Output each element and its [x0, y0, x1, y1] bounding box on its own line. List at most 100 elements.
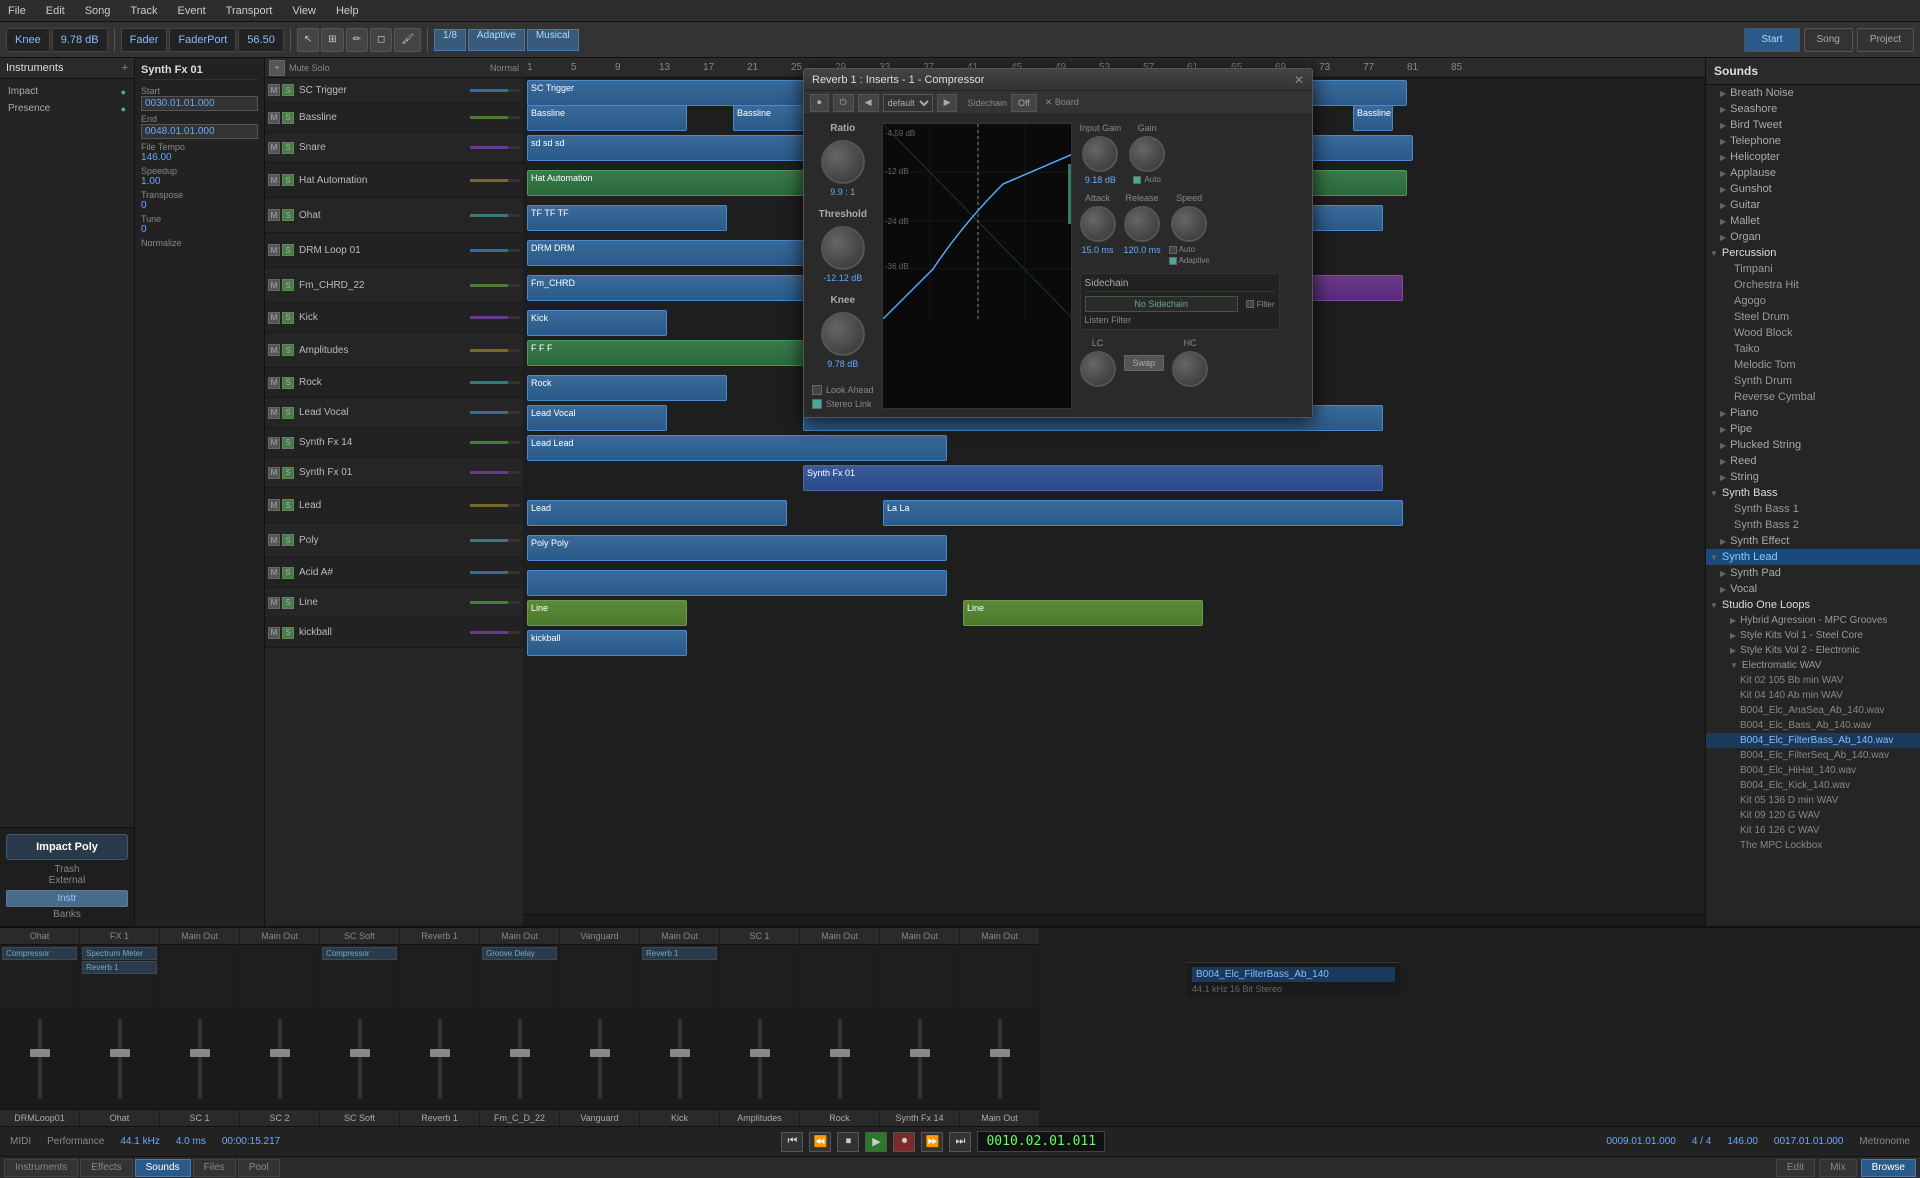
insert-spectrum-meter[interactable]: Spectrum Meter — [82, 947, 157, 960]
sound-item-seashore[interactable]: ▶ Seashore — [1706, 101, 1920, 117]
track-fader-8[interactable] — [470, 349, 520, 352]
track-solo-15[interactable]: S — [282, 567, 294, 579]
stop-btn[interactable]: ⏹ — [837, 1132, 859, 1152]
tool-pencil[interactable]: ✏ — [346, 28, 368, 52]
stereo-link-label[interactable]: Stereo Link — [812, 399, 874, 409]
listen-filter-btn[interactable]: Listen Filter — [1085, 315, 1275, 325]
track-mute-7[interactable]: M — [268, 312, 280, 324]
sound-file-kit-02-105-bb-min-wav[interactable]: Kit 02 105 Bb min WAV — [1706, 673, 1920, 688]
track-solo-3[interactable]: S — [282, 174, 294, 186]
studio-loop-style-kits-vol-2---electronic[interactable]: ▶ Style Kits Vol 2 - Electronic — [1706, 643, 1920, 658]
sound-item-agogo[interactable]: Agogo — [1706, 293, 1920, 309]
rec-btn[interactable]: ⏺ — [893, 1132, 915, 1152]
track-solo-8[interactable]: S — [282, 344, 294, 356]
menu-event[interactable]: Event — [174, 3, 210, 19]
sound-item-steel-drum[interactable]: Steel Drum — [1706, 309, 1920, 325]
sound-item-taiko[interactable]: Taiko — [1706, 341, 1920, 357]
track-mute-1[interactable]: M — [268, 112, 280, 124]
clip-9[interactable]: Rock — [527, 375, 727, 401]
menu-transport[interactable]: Transport — [222, 3, 277, 19]
track-mute-16[interactable]: M — [268, 597, 280, 609]
ch-fader-handle-3[interactable] — [270, 1049, 290, 1057]
ch-fader-handle-4[interactable] — [350, 1049, 370, 1057]
sound-file-kit-16-126-c-wav[interactable]: Kit 16 126 C WAV — [1706, 823, 1920, 838]
sound-file-kit-05-136-d-min-wav[interactable]: Kit 05 136 D min WAV — [1706, 793, 1920, 808]
track-fader-2[interactable] — [470, 146, 520, 149]
track-fader-1[interactable] — [470, 116, 520, 119]
ratio-knob[interactable] — [821, 140, 865, 184]
sound-item-reverse-cymbal[interactable]: Reverse Cymbal — [1706, 389, 1920, 405]
menu-edit[interactable]: Edit — [42, 3, 69, 19]
sound-file-the-mpc-lockbox[interactable]: The MPC Lockbox — [1706, 838, 1920, 853]
sound-file-b004_elc_anasea_ab_140-wav[interactable]: B004_Elc_AnaSea_Ab_140.wav — [1706, 703, 1920, 718]
track-fader-5[interactable] — [470, 249, 520, 252]
insert-reverb-1[interactable]: Reverb 1 — [82, 961, 157, 974]
end-value[interactable]: 0048.01.01.000 — [141, 124, 258, 139]
hc-knob[interactable] — [1172, 351, 1208, 387]
insert-compressor[interactable]: Compressor — [2, 947, 77, 960]
track-solo-5[interactable]: S — [282, 244, 294, 256]
track-fader-0[interactable] — [470, 89, 520, 92]
preset-select[interactable]: default — [883, 94, 933, 112]
clip-7[interactable]: Kick — [527, 310, 667, 336]
clip-11[interactable]: Lead Lead — [527, 435, 947, 461]
clip-1[interactable]: Bassline — [527, 105, 687, 131]
track-fader-17[interactable] — [470, 631, 520, 634]
sound-item-applause[interactable]: ▶ Applause — [1706, 165, 1920, 181]
auto-gain-check[interactable] — [1133, 176, 1141, 184]
ch-fader-handle-6[interactable] — [510, 1049, 530, 1057]
track-mute-10[interactable]: M — [268, 407, 280, 419]
sound-item-synth-effect[interactable]: ▶ Synth Effect — [1706, 533, 1920, 549]
auto-speed-check[interactable] — [1169, 246, 1177, 254]
track-mute-2[interactable]: M — [268, 142, 280, 154]
clip-17[interactable]: kickball — [527, 630, 687, 656]
sound-file-kit-09-120-g-wav[interactable]: Kit 09 120 G WAV — [1706, 808, 1920, 823]
sound-item-breath-noise[interactable]: ▶ Breath Noise — [1706, 85, 1920, 101]
mix-btn[interactable]: Mix — [1819, 1159, 1857, 1177]
instr-btn[interactable]: Instr — [6, 890, 128, 907]
sound-item-synth-bass-2[interactable]: Synth Bass 2 — [1706, 517, 1920, 533]
track-add-btn[interactable]: + — [269, 60, 285, 76]
sound-file-b004_elc_bass_ab_140-wav[interactable]: B004_Elc_Bass_Ab_140.wav — [1706, 718, 1920, 733]
sound-item-plucked-string[interactable]: ▶ Plucked String — [1706, 437, 1920, 453]
project-btn[interactable]: Project — [1857, 28, 1914, 52]
clip-1[interactable]: Bassline — [1353, 105, 1393, 131]
clip-13[interactable]: La La — [883, 500, 1403, 526]
menu-track[interactable]: Track — [126, 3, 161, 19]
sound-item-piano[interactable]: ▶ Piano — [1706, 405, 1920, 421]
sound-file-b004_elc_filterseq_ab_140-wav[interactable]: B004_Elc_FilterSeq_Ab_140.wav — [1706, 748, 1920, 763]
track-fader-15[interactable] — [470, 571, 520, 574]
track-solo-17[interactable]: S — [282, 627, 294, 639]
track-mute-11[interactable]: M — [268, 437, 280, 449]
track-fader-6[interactable] — [470, 284, 520, 287]
track-mute-12[interactable]: M — [268, 467, 280, 479]
edit-btn[interactable]: Edit — [1776, 1159, 1815, 1177]
speed-knob[interactable] — [1171, 206, 1207, 242]
menu-help[interactable]: Help — [332, 3, 363, 19]
plugin-power-btn[interactable]: ⏻ — [833, 94, 854, 112]
ch-fader-handle-10[interactable] — [830, 1049, 850, 1057]
look-ahead-checkbox[interactable] — [812, 385, 822, 395]
track-fader-3[interactable] — [470, 179, 520, 182]
play-btn[interactable]: ▶ — [865, 1132, 887, 1152]
sound-item-synth-lead[interactable]: ▼ Synth Lead — [1706, 549, 1920, 565]
clip-4[interactable]: TF TF TF — [527, 205, 727, 231]
look-ahead-label[interactable]: Look Ahead — [812, 385, 874, 395]
track-fader-14[interactable] — [470, 539, 520, 542]
menu-song[interactable]: Song — [81, 3, 115, 19]
ch-fader-handle-12[interactable] — [990, 1049, 1010, 1057]
track-mute-4[interactable]: M — [268, 209, 280, 221]
track-solo-14[interactable]: S — [282, 534, 294, 546]
sound-item-bird-tweet[interactable]: ▶ Bird Tweet — [1706, 117, 1920, 133]
tab-sounds[interactable]: Sounds — [135, 1159, 191, 1177]
track-solo-16[interactable]: S — [282, 597, 294, 609]
sound-item-organ[interactable]: ▶ Organ — [1706, 229, 1920, 245]
knee-knob[interactable] — [821, 312, 865, 356]
sound-item-synth-bass[interactable]: ▼ Synth Bass — [1706, 485, 1920, 501]
track-solo-6[interactable]: S — [282, 279, 294, 291]
back-btn[interactable]: ⏪ — [809, 1132, 831, 1152]
track-fader-13[interactable] — [470, 504, 520, 507]
plugin-next-btn[interactable]: ▶ — [937, 94, 958, 112]
forward-btn[interactable]: ⏩ — [921, 1132, 943, 1152]
clip-14[interactable]: Poly Poly — [527, 535, 947, 561]
